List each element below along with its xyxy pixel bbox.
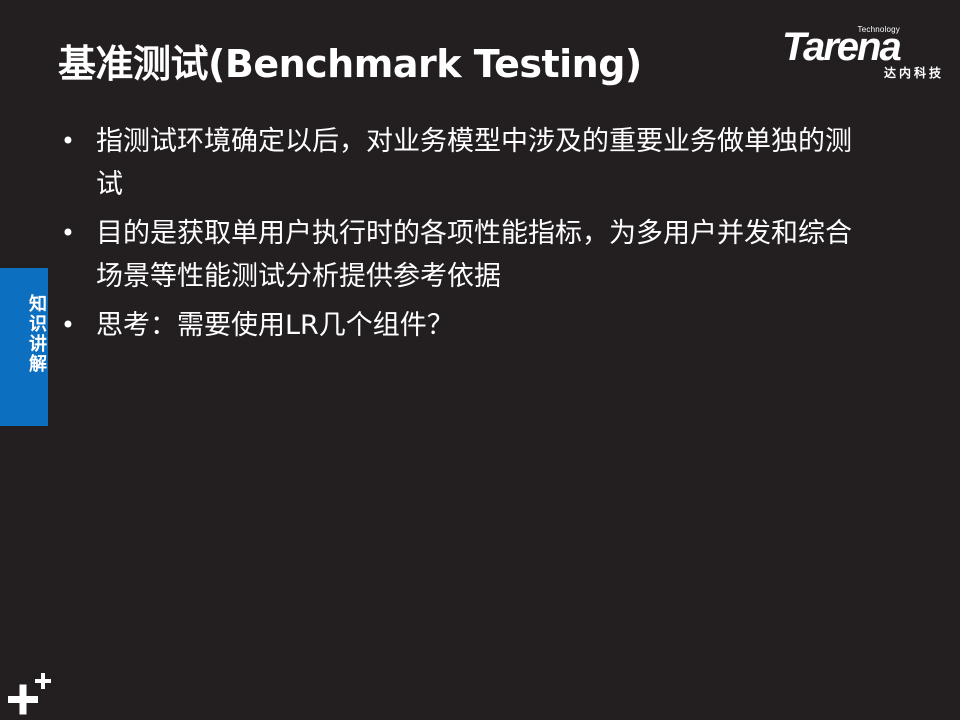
bullet-item: • 思考：需要使用LR几个组件？ — [58, 304, 878, 347]
slide-title: 基准测试(Benchmark Testing) — [58, 42, 642, 86]
side-tab: 知识讲解 — [0, 268, 48, 426]
tarena-logo: Tarena Technology 达内科技 — [782, 22, 944, 82]
plus-plus-icon — [6, 672, 52, 716]
bullet-marker: • — [60, 219, 76, 247]
bullet-marker: • — [60, 127, 76, 155]
bullet-item: • 指测试环境确定以后，对业务模型中涉及的重要业务做单独的测试 — [58, 120, 878, 206]
logo-chinese-name: 达内科技 — [883, 66, 944, 80]
bullet-text: 目的是获取单用户执行时的各项性能指标，为多用户并发和综合场景等性能测试分析提供参… — [96, 218, 852, 292]
bullet-text: 思考：需要使用LR几个组件？ — [96, 310, 454, 341]
bullet-list: • 指测试环境确定以后，对业务模型中涉及的重要业务做单独的测试 • 目的是获取单… — [58, 120, 878, 353]
bullet-item: • 目的是获取单用户执行时的各项性能指标，为多用户并发和综合场景等性能测试分析提… — [58, 212, 878, 298]
side-tab-label: 知识讲解 — [26, 294, 47, 374]
bullet-text: 指测试环境确定以后，对业务模型中涉及的重要业务做单独的测试 — [96, 126, 852, 200]
slide: 基准测试(Benchmark Testing) Tarena Technolog… — [0, 0, 960, 720]
bullet-marker: • — [60, 311, 76, 339]
logo-tagline: Technology — [857, 25, 900, 34]
